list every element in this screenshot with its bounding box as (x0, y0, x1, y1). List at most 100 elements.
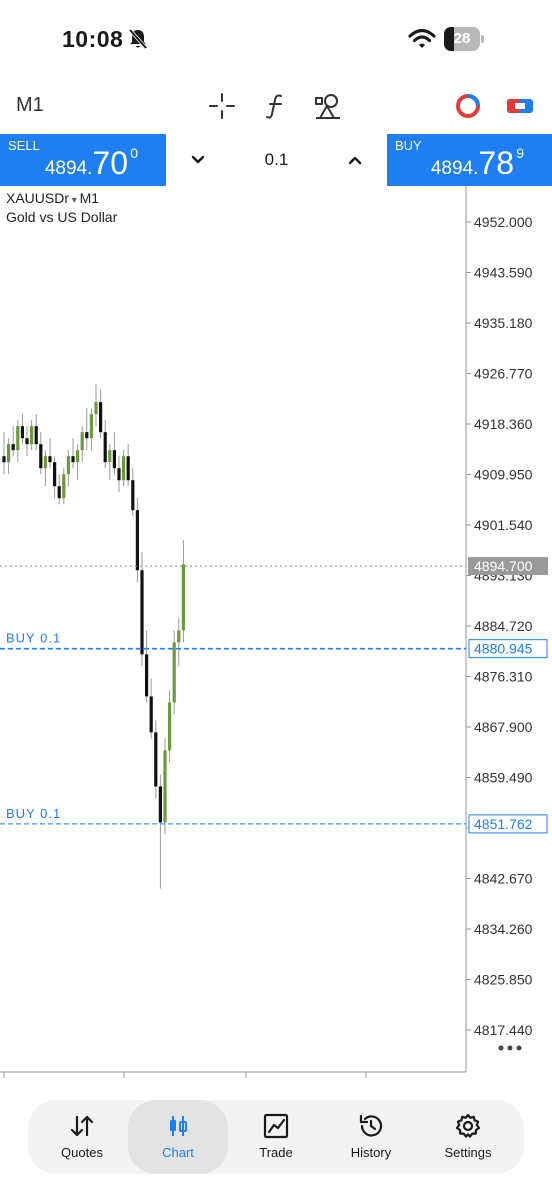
history-icon (359, 1114, 383, 1137)
battery-level: 28 (453, 30, 471, 47)
price-axis-label: 4817.440 (474, 1022, 533, 1038)
bull-candle (80, 432, 84, 451)
objects-button[interactable] (312, 90, 344, 122)
status-bar: 10:08 28 (0, 0, 552, 80)
buy-button[interactable]: BUY 4894.78 9 (387, 134, 552, 186)
bull-candle (66, 456, 70, 475)
order-price-label: 4880.945 (474, 641, 533, 657)
trade-signals-button[interactable] (452, 90, 484, 122)
price-axis-label: 4867.900 (474, 719, 533, 735)
bear-candle (158, 786, 162, 823)
chart-toolbar: M1 (0, 80, 552, 132)
price-chart[interactable]: 4952.000 4943.590 4935.180 4926.770 4918.360… (0, 186, 552, 1078)
nav-settings[interactable]: Settings (418, 1100, 518, 1174)
bear-candle (20, 426, 24, 439)
timeframe-selector[interactable]: M1 (16, 94, 44, 117)
bear-candle (131, 480, 135, 511)
sell-label: SELL (8, 138, 40, 153)
bear-candle (48, 456, 52, 463)
chevron-up-icon[interactable] (345, 150, 365, 170)
bull-candle (43, 456, 47, 469)
bear-candle (53, 462, 57, 487)
bell-muted-icon (128, 28, 148, 50)
one-click-trading-button[interactable] (504, 90, 536, 122)
bull-candle (7, 444, 11, 463)
bottom-navigation: Quotes Chart Trade History Settings (28, 1100, 524, 1174)
price-axis-label: 4859.490 (474, 770, 533, 786)
objects-icon (315, 94, 340, 119)
bear-candle (135, 510, 139, 571)
price-axis-label: 4876.310 (474, 669, 533, 685)
more-options-icon[interactable] (496, 1044, 524, 1052)
bull-candle (172, 642, 176, 703)
bull-candle (177, 630, 181, 643)
bull-candle (168, 702, 172, 751)
chart-icon (170, 1116, 187, 1136)
bear-candle (145, 654, 149, 697)
bull-candle (89, 414, 93, 439)
sell-button[interactable]: SELL 4894.70 0 (0, 134, 166, 186)
indicators-button[interactable] (260, 90, 292, 122)
nav-history[interactable]: History (321, 1100, 421, 1174)
price-axis-label: 4842.670 (474, 871, 533, 887)
bear-candle (85, 432, 89, 439)
function-icon (266, 94, 282, 119)
status-time: 10:08 (62, 26, 124, 52)
quotes-icon (70, 1115, 94, 1137)
price-axis-label: 4901.540 (474, 517, 533, 533)
price-axis-label: 4952.000 (474, 214, 533, 230)
sell-price: 4894.70 0 (44, 145, 138, 181)
bull-candle (94, 402, 98, 415)
bear-candle (126, 456, 130, 481)
buy-price: 4894.78 9 (430, 145, 524, 181)
nav-chart[interactable]: Chart (128, 1100, 228, 1174)
chart-symbol-description: Gold vs US Dollar (6, 209, 118, 225)
buy-label: BUY (395, 138, 422, 153)
chart-symbol: XAUUSDr ▾ M1 (6, 190, 100, 206)
order-price-label: 4851.762 (474, 816, 533, 832)
bear-candle (34, 426, 38, 445)
bull-candle (62, 474, 66, 499)
bull-candle (16, 426, 20, 451)
trade-signals-icon (456, 94, 480, 118)
order-label: BUY 0.1 (6, 631, 61, 646)
price-axis-label: 4834.260 (474, 921, 533, 937)
price-axis-label: 4918.360 (474, 416, 533, 432)
bull-candle (122, 456, 126, 481)
order-label: BUY 0.1 (6, 806, 61, 821)
battery-indicator: 28 (444, 27, 484, 51)
bear-candle (11, 444, 15, 451)
bull-candle (30, 426, 34, 445)
bear-candle (112, 450, 116, 469)
bear-candle (140, 570, 144, 655)
nav-quotes[interactable]: Quotes (32, 1100, 132, 1174)
bear-candle (2, 456, 6, 463)
bull-candle (108, 450, 112, 463)
crosshair-icon (209, 93, 235, 119)
price-axis-label: 4825.850 (474, 972, 533, 988)
nav-trade[interactable]: Trade (226, 1100, 326, 1174)
bear-candle (154, 732, 158, 787)
current-price-label: 4894.700 (474, 558, 533, 574)
chart-canvas[interactable]: 4952.000 4943.590 4935.180 4926.770 4918.360… (0, 186, 552, 1078)
bear-candle (25, 438, 29, 445)
bear-candle (57, 486, 61, 499)
settings-icon (455, 1113, 481, 1138)
price-axis-label: 4884.720 (474, 618, 533, 634)
bear-candle (71, 456, 75, 463)
lot-size-control: 0.1 (166, 134, 387, 186)
price-axis-label: 4909.950 (474, 467, 533, 483)
bull-candle (181, 564, 185, 631)
bear-candle (103, 432, 107, 463)
one-click-trading-icon (507, 99, 533, 113)
bear-candle (117, 468, 121, 481)
bull-candle (76, 450, 80, 463)
bull-candle (163, 750, 167, 823)
price-axis-label: 4935.180 (474, 315, 533, 331)
price-axis-label: 4943.590 (474, 265, 533, 281)
wifi-icon (408, 28, 436, 48)
price-axis-label: 4926.770 (474, 366, 533, 382)
bear-candle (99, 402, 103, 433)
crosshair-button[interactable] (206, 90, 238, 122)
bear-candle (149, 696, 153, 733)
